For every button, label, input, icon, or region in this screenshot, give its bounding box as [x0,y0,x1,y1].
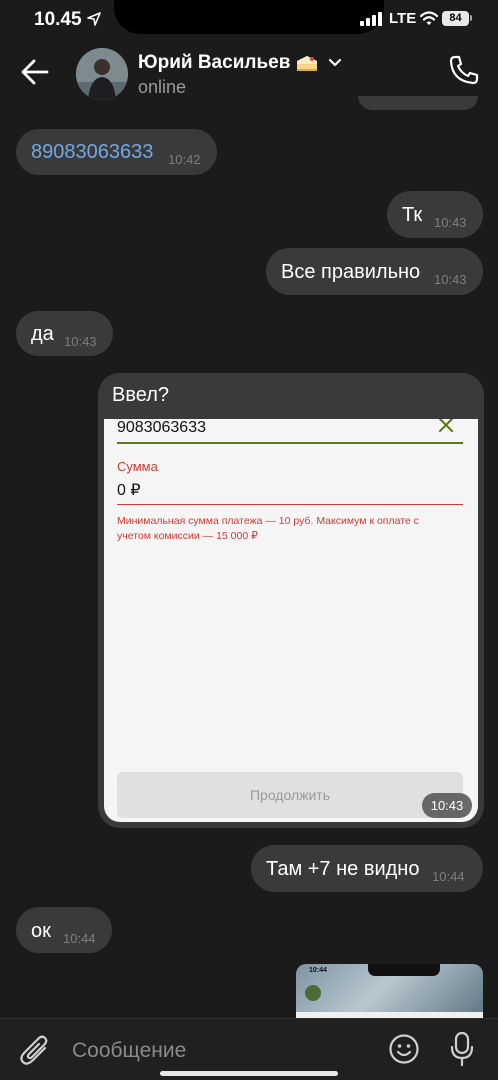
network-type: LTE [389,10,417,27]
message-outgoing[interactable]: Тк 10:43 [387,191,483,238]
image-message[interactable]: Ввел? 9083063633 Сумма 0 ₽ Минимальная с… [98,373,484,828]
message-text: Тк [402,204,423,226]
phone-field-value: 9083063633 [117,419,206,436]
contact-name: Юрий Васильев [138,52,291,73]
message-text: Все правильно [281,261,421,283]
message-input[interactable] [72,1037,372,1065]
message-time: 10:44 [432,869,465,884]
message-time: 10:42 [168,152,201,167]
home-indicator [160,1071,338,1076]
amount-label: Сумма [117,459,158,474]
image-caption: Ввел? [112,384,169,406]
avatar[interactable] [76,48,128,100]
emoji-icon[interactable] [388,1033,420,1065]
message-outgoing[interactable]: Там +7 не видно 10:44 [251,845,483,892]
wifi-icon [420,11,438,25]
image-time-badge: 10:43 [422,793,472,818]
clear-x-icon [439,419,453,432]
partial-screenshot-time: 10:44 [309,967,327,974]
amount-field-value: 0 ₽ [117,482,141,499]
continue-button: Продолжить [117,772,463,818]
message-composer [0,1018,498,1080]
location-arrow-icon [87,12,101,26]
partial-screenshot-avatar [305,985,321,1001]
status-bar: 10.45 LTE 84 [0,0,498,40]
message-time: 10:43 [434,215,467,230]
amount-field-underline [117,504,463,505]
partial-screenshot-notch [368,964,440,976]
paperclip-icon[interactable] [18,1031,52,1069]
amount-error-text: Минимальная сумма платежа — 10 руб. Макс… [117,515,419,542]
message-phone-link[interactable]: 89083063633 [31,141,153,164]
battery-tip [470,15,472,21]
message-incoming[interactable]: да 10:43 [16,311,113,356]
device-notch [114,0,384,34]
signal-icon [360,12,382,26]
payment-form-screenshot[interactable]: 9083063633 Сумма 0 ₽ Минимальная сумма п… [104,419,478,822]
cake-emoji-icon [297,56,318,71]
back-arrow-icon[interactable] [20,58,50,86]
message-time: 10:43 [64,334,97,349]
previous-message-bubble [358,96,478,110]
chevron-down-icon[interactable] [328,58,342,68]
contact-status: online [138,77,187,97]
message-outgoing[interactable]: Все правильно 10:43 [266,248,483,295]
battery-level: 84 [442,11,469,26]
message-text: да [31,323,54,345]
microphone-icon[interactable] [450,1031,474,1067]
phone-field-underline [117,442,463,444]
status-time: 10.45 [34,9,82,30]
message-incoming[interactable]: ок 10:44 [16,907,112,953]
message-time: 10:43 [434,272,467,287]
message-incoming[interactable]: 89083063633 10:42 [16,129,217,175]
image-message-partial[interactable]: 10:44 [296,964,483,1020]
message-text: Там +7 не видно [266,858,420,880]
phone-call-icon[interactable] [448,54,480,86]
message-text: ок [31,920,51,942]
message-time: 10:44 [63,931,96,946]
contact-title[interactable]: Юрий Васильев [138,52,342,74]
avatar-photo [76,48,128,100]
